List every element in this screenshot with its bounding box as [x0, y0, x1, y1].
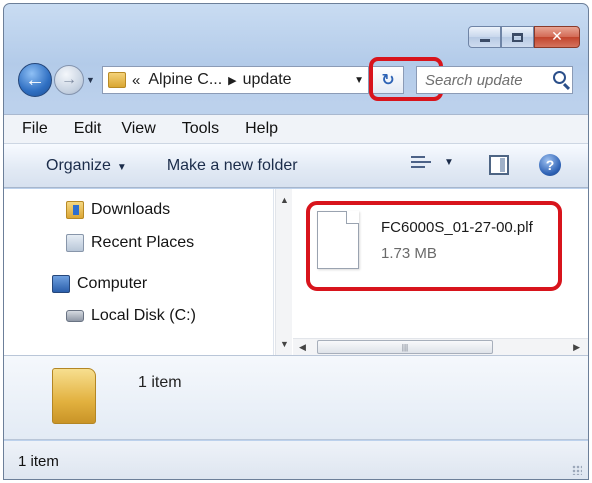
organize-label: Organize	[46, 156, 111, 174]
scroll-right-icon[interactable]: ▶	[573, 342, 580, 353]
file-highlight-annotation	[306, 201, 562, 291]
maximize-button[interactable]	[501, 26, 534, 48]
help-icon[interactable]: ?	[539, 154, 561, 176]
navigation-row: ← → ▼ « Alpine C... ▶ update ▼ ↻ Search …	[18, 57, 580, 101]
address-dropdown-icon[interactable]: ▼	[354, 75, 364, 86]
nav-item-downloads[interactable]: Downloads	[66, 201, 170, 219]
close-button[interactable]: ✕	[534, 26, 580, 48]
organize-button[interactable]: Organize ▼	[46, 157, 127, 175]
menu-view[interactable]: View	[121, 120, 155, 138]
menu-edit[interactable]: Edit	[74, 120, 102, 138]
menu-tools[interactable]: Tools	[182, 120, 219, 138]
scrollbar-thumb[interactable]: |||	[317, 340, 493, 354]
change-view-icon[interactable]	[411, 156, 433, 174]
status-bar: 1 item	[4, 441, 588, 479]
nav-item-label: Recent Places	[91, 234, 195, 251]
content-area: Downloads Recent Places Computer Local D…	[4, 189, 588, 355]
file-list-pane: FC6000S_01-27-00.plf 1.73 MB ◀ ||| ▶	[293, 189, 588, 355]
address-bar[interactable]: « Alpine C... ▶ update ▼	[102, 57, 443, 101]
scroll-up-icon[interactable]: ▲	[280, 195, 289, 205]
minimize-button[interactable]	[468, 26, 501, 48]
explorer-window: ✕ ← → ▼ « Alpine C... ▶ update ▼ ↻ Searc…	[3, 3, 589, 480]
details-pane: 1 item	[4, 355, 588, 440]
folder-icon	[52, 368, 96, 424]
chevron-down-icon: ▼	[116, 161, 127, 173]
status-text: 1 item	[18, 452, 59, 470]
search-icon[interactable]	[553, 71, 566, 84]
new-folder-button[interactable]: Make a new folder	[167, 157, 298, 175]
hard-disk-icon	[66, 310, 84, 322]
caption-buttons: ✕	[468, 26, 580, 48]
preview-pane-icon[interactable]	[489, 155, 509, 175]
menu-bar: File Edit View Tools Help	[4, 114, 588, 144]
breadcrumb-separator-icon[interactable]: ▶	[228, 74, 236, 87]
menu-file[interactable]: File	[22, 120, 48, 138]
address-overflow-chevron[interactable]: «	[132, 72, 140, 89]
nav-pane-scrollbar[interactable]: ▲ ▼	[275, 189, 292, 355]
scroll-left-icon[interactable]: ◀	[299, 342, 306, 353]
nav-item-local-disk[interactable]: Local Disk (C:)	[66, 307, 196, 325]
back-arrow-icon: ←	[25, 68, 45, 91]
search-input[interactable]: Search update	[416, 66, 573, 94]
computer-icon	[52, 275, 70, 293]
minimize-icon	[479, 38, 490, 42]
folder-icon	[108, 72, 126, 88]
scroll-down-icon[interactable]: ▼	[280, 339, 289, 349]
breadcrumb-current[interactable]: update	[243, 71, 292, 89]
search-placeholder: Search update	[425, 71, 523, 89]
downloads-folder-icon	[66, 201, 84, 219]
nav-item-recent-places[interactable]: Recent Places	[66, 234, 194, 252]
nav-item-label: Computer	[77, 275, 148, 292]
maximize-icon	[512, 32, 523, 42]
back-button[interactable]: ←	[18, 63, 52, 97]
recent-places-icon	[66, 234, 84, 252]
navigation-pane: Downloads Recent Places Computer Local D…	[4, 189, 274, 355]
breadcrumb-parent[interactable]: Alpine C...	[148, 71, 222, 89]
menu-help[interactable]: Help	[245, 120, 278, 138]
command-bar: Organize ▼ Make a new folder ▼ ?	[4, 144, 588, 188]
forward-button[interactable]: →	[54, 65, 84, 95]
horizontal-scrollbar[interactable]: ◀ ||| ▶	[293, 338, 588, 355]
details-item-count: 1 item	[138, 374, 182, 391]
close-icon: ✕	[551, 29, 563, 45]
resize-grip-icon[interactable]	[572, 465, 582, 475]
nav-item-computer[interactable]: Computer	[52, 275, 147, 293]
forward-arrow-icon: →	[61, 71, 77, 88]
view-options-dropdown-icon[interactable]: ▼	[444, 157, 454, 168]
nav-item-label: Downloads	[91, 201, 171, 218]
nav-item-label: Local Disk (C:)	[91, 307, 196, 324]
recent-pages-dropdown[interactable]: ▼	[86, 75, 98, 85]
